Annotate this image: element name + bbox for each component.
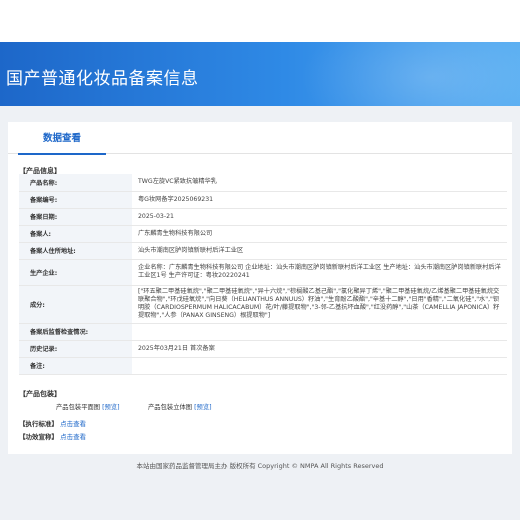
product-info-table: 产品名称: TWG左旋VC紧致抗皱精华乳 备案编号: 粤G妆网备字2025069… bbox=[19, 174, 507, 375]
row-value: ["环五聚二甲基硅氧烷","聚二甲基硅氧烷","异十六烷","棕榈酸乙基己酯",… bbox=[132, 285, 507, 324]
standard-label: 【执行标准】 bbox=[19, 420, 58, 428]
standard-section: 【执行标准】 点击查看 bbox=[19, 418, 86, 428]
row-label: 备案人: bbox=[19, 225, 132, 243]
efficacy-label: 【功效宣称】 bbox=[19, 433, 58, 441]
package-preview-link[interactable]: [预览] bbox=[102, 404, 120, 411]
row-label: 生产企业: bbox=[19, 259, 132, 286]
footer-copyright: 本站由国家药品监督管理局主办 版权所有 Copyright © NMPA All… bbox=[136, 462, 384, 470]
table-row: 生产企业: 企业名称：广东麟青生物科技有限公司 企业地址：汕头市潮南区胪岗镇新联… bbox=[19, 259, 507, 286]
row-value: 粤G妆网备字2025069231 bbox=[132, 191, 507, 209]
tab-bar: 数据查看 bbox=[8, 122, 512, 155]
row-label: 备案人住所地址: bbox=[19, 242, 132, 260]
row-label: 备案编号: bbox=[19, 191, 132, 209]
package-item: 产品包装立体图 [预览] bbox=[148, 402, 212, 411]
row-value: 广东麟青生物科技有限公司 bbox=[132, 225, 507, 243]
row-value: 2025-03-21 bbox=[132, 208, 507, 226]
row-label: 备案后监督检查情况: bbox=[19, 323, 132, 341]
row-value: 汕头市潮南区胪岗镇新联村后洋工业区 bbox=[132, 242, 507, 260]
tab-data-view[interactable]: 数据查看 bbox=[18, 130, 106, 155]
row-label: 产品名称: bbox=[19, 174, 132, 192]
table-row: 备案人住所地址: 汕头市潮南区胪岗镇新联村后洋工业区 bbox=[19, 242, 507, 260]
table-row: 成分: ["环五聚二甲基硅氧烷","聚二甲基硅氧烷","异十六烷","棕榈酸乙基… bbox=[19, 285, 507, 324]
row-label: 备注: bbox=[19, 357, 132, 375]
row-value bbox=[132, 323, 507, 341]
package-item: 产品包装平面图 [预览] bbox=[56, 402, 120, 411]
row-value: TWG左旋VC紧致抗皱精华乳 bbox=[132, 174, 507, 192]
row-label: 成分: bbox=[19, 285, 132, 324]
table-row: 历史记录: 2025年03月21日 首次备案 bbox=[19, 340, 507, 358]
row-label: 历史记录: bbox=[19, 340, 132, 358]
section-package: 【产品包装】 bbox=[19, 390, 61, 398]
row-value bbox=[132, 357, 507, 375]
package-label: 产品包装立体图 bbox=[148, 404, 193, 411]
table-row: 备案编号: 粤G妆网备字2025069231 bbox=[19, 191, 507, 209]
row-value: 企业名称：广东麟青生物科技有限公司 企业地址：汕头市潮南区胪岗镇新联村后洋工业区… bbox=[132, 259, 507, 286]
row-value: 2025年03月21日 首次备案 bbox=[132, 340, 507, 358]
efficacy-section: 【功效宣称】 点击查看 bbox=[19, 431, 86, 441]
table-row: 产品名称: TWG左旋VC紧致抗皱精华乳 bbox=[19, 174, 507, 192]
efficacy-view-link[interactable]: 点击查看 bbox=[60, 433, 86, 441]
package-preview-link[interactable]: [预览] bbox=[194, 404, 212, 411]
table-row: 备案人: 广东麟青生物科技有限公司 bbox=[19, 225, 507, 243]
standard-view-link[interactable]: 点击查看 bbox=[60, 420, 86, 428]
package-label: 产品包装平面图 bbox=[56, 404, 101, 411]
page-title: 国产普通化妆品备案信息 bbox=[6, 69, 199, 89]
row-label: 备案日期: bbox=[19, 208, 132, 226]
table-row: 备案日期: 2025-03-21 bbox=[19, 208, 507, 226]
top-strip bbox=[0, 0, 520, 42]
table-row: 备案后监督检查情况: bbox=[19, 323, 507, 341]
header-banner: 国产普通化妆品备案信息 bbox=[0, 42, 520, 106]
table-row: 备注: bbox=[19, 357, 507, 375]
